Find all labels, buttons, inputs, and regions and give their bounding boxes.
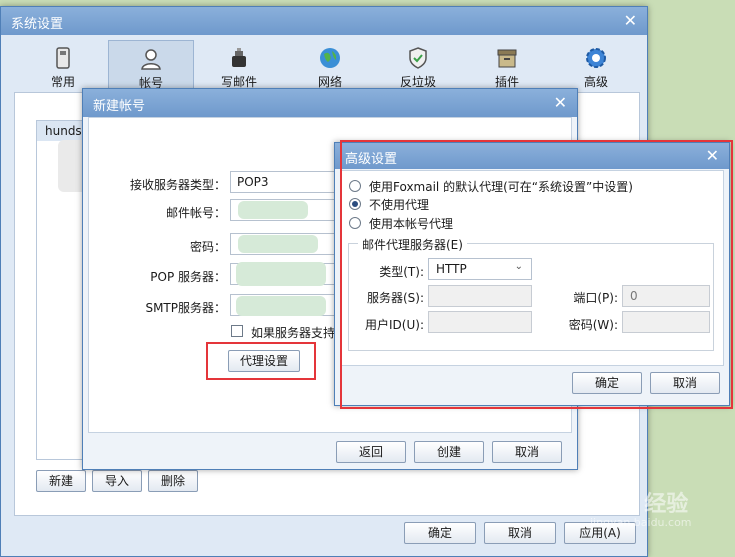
receive-server-type-label: 接收服务器类型： [129,178,226,192]
redacted-blur [238,235,318,253]
import-button[interactable]: 导入 [92,470,142,492]
shield-icon [409,47,427,69]
smtp-server-label: SMTP服务器： [145,301,226,315]
tab-antispam[interactable]: 反垃圾 [375,40,461,90]
highlight-box [340,140,733,409]
password-label: 密码： [189,240,226,254]
new-account-titlebar: 新建帐号 ✕ [83,89,577,117]
server-supports-checkbox[interactable] [231,325,243,337]
ok-button[interactable]: 确定 [404,522,476,544]
tab-advanced[interactable]: 高级 [553,40,639,90]
tab-account[interactable]: 帐号 [108,40,194,90]
redacted-blur [238,201,308,219]
highlight-box [206,342,316,380]
close-icon[interactable]: ✕ [624,11,637,30]
cancel-button[interactable]: 取消 [484,522,556,544]
pop-server-label: POP 服务器： [150,270,226,284]
watermark: Baidu 经验 jingyan.baidu.com [560,482,732,538]
box-icon [497,49,517,68]
tab-general[interactable]: 常用 [20,40,106,90]
gear-icon [586,48,606,68]
back-button[interactable]: 返回 [336,441,406,463]
phone-icon [56,47,70,69]
cancel-button[interactable]: 取消 [492,441,562,463]
receive-server-type-select[interactable]: POP3 [230,171,350,193]
redacted-blur [236,296,326,316]
system-settings-titlebar: 系统设置 ✕ [1,7,647,35]
create-button[interactable]: 创建 [414,441,484,463]
window-title: 系统设置 [11,17,64,32]
email-label: 邮件帐号： [165,206,226,220]
watermark-text: Baidu 经验 [566,492,689,517]
dialog-title: 新建帐号 [93,99,146,114]
globe-icon [320,48,340,68]
tab-network[interactable]: 网络 [287,40,373,90]
inkwell-icon [232,48,246,67]
account-name: hunds [45,124,82,138]
tab-compose[interactable]: 写邮件 [196,40,282,90]
tab-plugins[interactable]: 插件 [464,40,550,90]
server-supports-label: 如果服务器支持 [251,326,336,340]
redacted-blur [236,262,326,286]
account-list-item[interactable]: hunds [37,121,85,141]
watermark-sub: jingyan.baidu.com [590,516,692,529]
person-icon [141,49,161,70]
delete-button[interactable]: 删除 [148,470,198,492]
receive-server-type-value: POP3 [237,175,269,189]
new-account-button[interactable]: 新建 [36,470,86,492]
close-icon[interactable]: ✕ [554,93,567,112]
